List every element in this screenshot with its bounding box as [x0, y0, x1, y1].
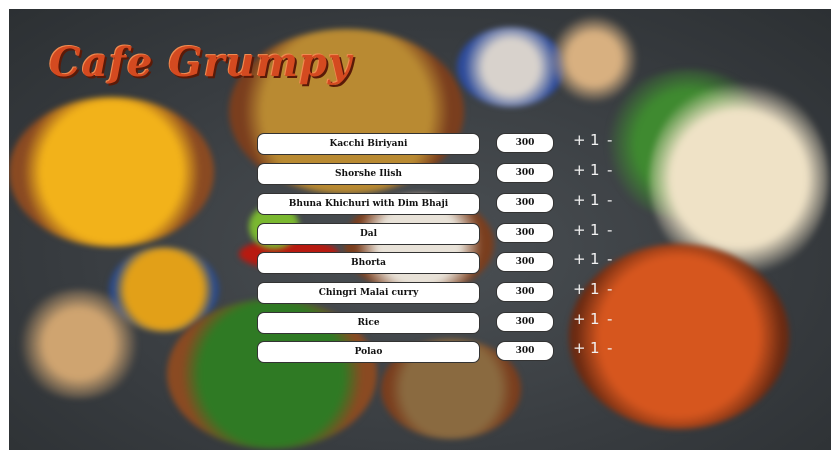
quantity-value: 1: [590, 221, 600, 239]
quantity-value: 1: [590, 339, 600, 357]
plus-icon[interactable]: +: [573, 310, 586, 328]
price-field: 300: [496, 282, 554, 302]
minus-icon[interactable]: -: [607, 131, 612, 149]
dish-name-button[interactable]: Bhuna Khichuri with Dim Bhaji: [257, 193, 480, 215]
dish-name-button[interactable]: Bhorta: [257, 252, 480, 274]
minus-icon[interactable]: -: [607, 310, 612, 328]
price-field: 300: [496, 163, 554, 183]
price-field: 300: [496, 341, 554, 361]
plus-icon[interactable]: +: [573, 131, 586, 149]
dish-name-button[interactable]: Rice: [257, 312, 480, 334]
quantity-value: 1: [590, 250, 600, 268]
curry-bowl-image: [569, 244, 789, 429]
minus-icon[interactable]: -: [607, 221, 612, 239]
price-field: 300: [496, 133, 554, 153]
quantity-value: 1: [590, 310, 600, 328]
plus-icon[interactable]: +: [573, 161, 586, 179]
dish-name-button[interactable]: Shorshe Ilish: [257, 163, 480, 185]
price-field: 300: [496, 312, 554, 332]
cafe-logo: Cafe Grumpy: [49, 39, 353, 86]
plus-icon[interactable]: +: [573, 280, 586, 298]
minus-icon[interactable]: -: [607, 191, 612, 209]
quantity-value: 1: [590, 161, 600, 179]
plus-icon[interactable]: +: [573, 221, 586, 239]
dish-name-button[interactable]: Chingri Malai curry: [257, 282, 480, 304]
dish-name-button[interactable]: Polao: [257, 341, 480, 363]
plus-icon[interactable]: +: [573, 339, 586, 357]
minus-icon[interactable]: -: [607, 280, 612, 298]
ginger-root-image: [14, 289, 144, 399]
price-field: 300: [496, 193, 554, 213]
quantity-value: 1: [590, 280, 600, 298]
minus-icon[interactable]: -: [607, 339, 612, 357]
minus-icon[interactable]: -: [607, 161, 612, 179]
minus-icon[interactable]: -: [607, 250, 612, 268]
plus-icon[interactable]: +: [573, 191, 586, 209]
dish-name-button[interactable]: Kacchi Biriyani: [257, 133, 480, 155]
dish-name-button[interactable]: Dal: [257, 223, 480, 245]
quantity-value: 1: [590, 191, 600, 209]
quantity-value: 1: [590, 131, 600, 149]
price-field: 300: [496, 223, 554, 243]
plus-icon[interactable]: +: [573, 250, 586, 268]
rice-bowl-image: [9, 97, 214, 247]
price-field: 300: [496, 252, 554, 272]
